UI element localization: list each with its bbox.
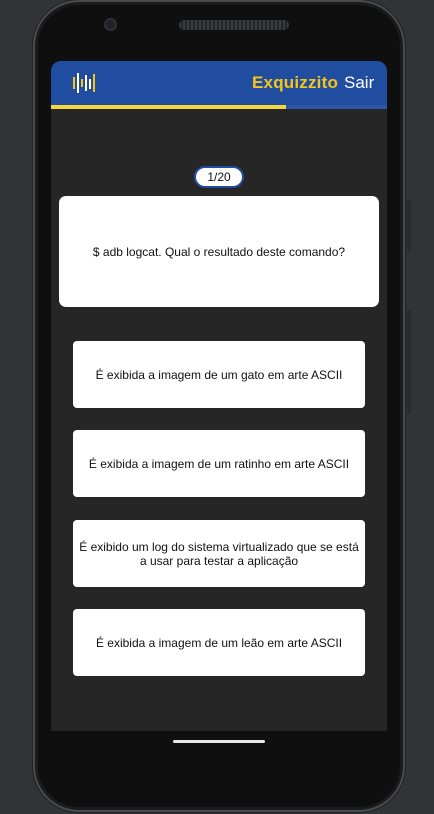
answer-label: É exibido um log do sistema virtualizado… <box>79 539 359 568</box>
speaker-grille <box>179 20 289 30</box>
app-bar: Exquizzito Sair <box>51 61 387 105</box>
home-indicator[interactable] <box>173 740 265 743</box>
progress-bar <box>51 105 387 109</box>
question-card: $ adb logcat. Qual o resultado deste com… <box>59 196 379 307</box>
app-screen: Exquizzito Sair 1/20 $ adb logcat. Qual … <box>51 61 387 731</box>
question-counter: 1/20 <box>194 166 244 188</box>
power-button <box>407 310 411 414</box>
answer-option-2[interactable]: É exibida a imagem de um ratinho em arte… <box>73 430 365 497</box>
progress-fill <box>51 105 287 109</box>
app-logo-icon <box>73 73 95 93</box>
answer-label: É exibida a imagem de um gato em arte AS… <box>95 367 343 382</box>
front-camera-icon <box>104 18 117 31</box>
exit-button[interactable]: Sair <box>344 73 374 93</box>
navigation-area <box>51 731 387 771</box>
volume-button <box>407 200 411 252</box>
question-text: $ adb logcat. Qual o resultado deste com… <box>92 244 346 259</box>
answer-label: É exibida a imagem de um ratinho em arte… <box>88 456 350 471</box>
answer-option-3[interactable]: É exibido um log do sistema virtualizado… <box>73 520 365 587</box>
answer-label: É exibida a imagem de um leão em arte AS… <box>95 635 343 650</box>
app-title: Exquizzito <box>252 73 339 92</box>
answer-option-4[interactable]: É exibida a imagem de um leão em arte AS… <box>73 609 365 676</box>
answer-option-1[interactable]: É exibida a imagem de um gato em arte AS… <box>73 341 365 408</box>
